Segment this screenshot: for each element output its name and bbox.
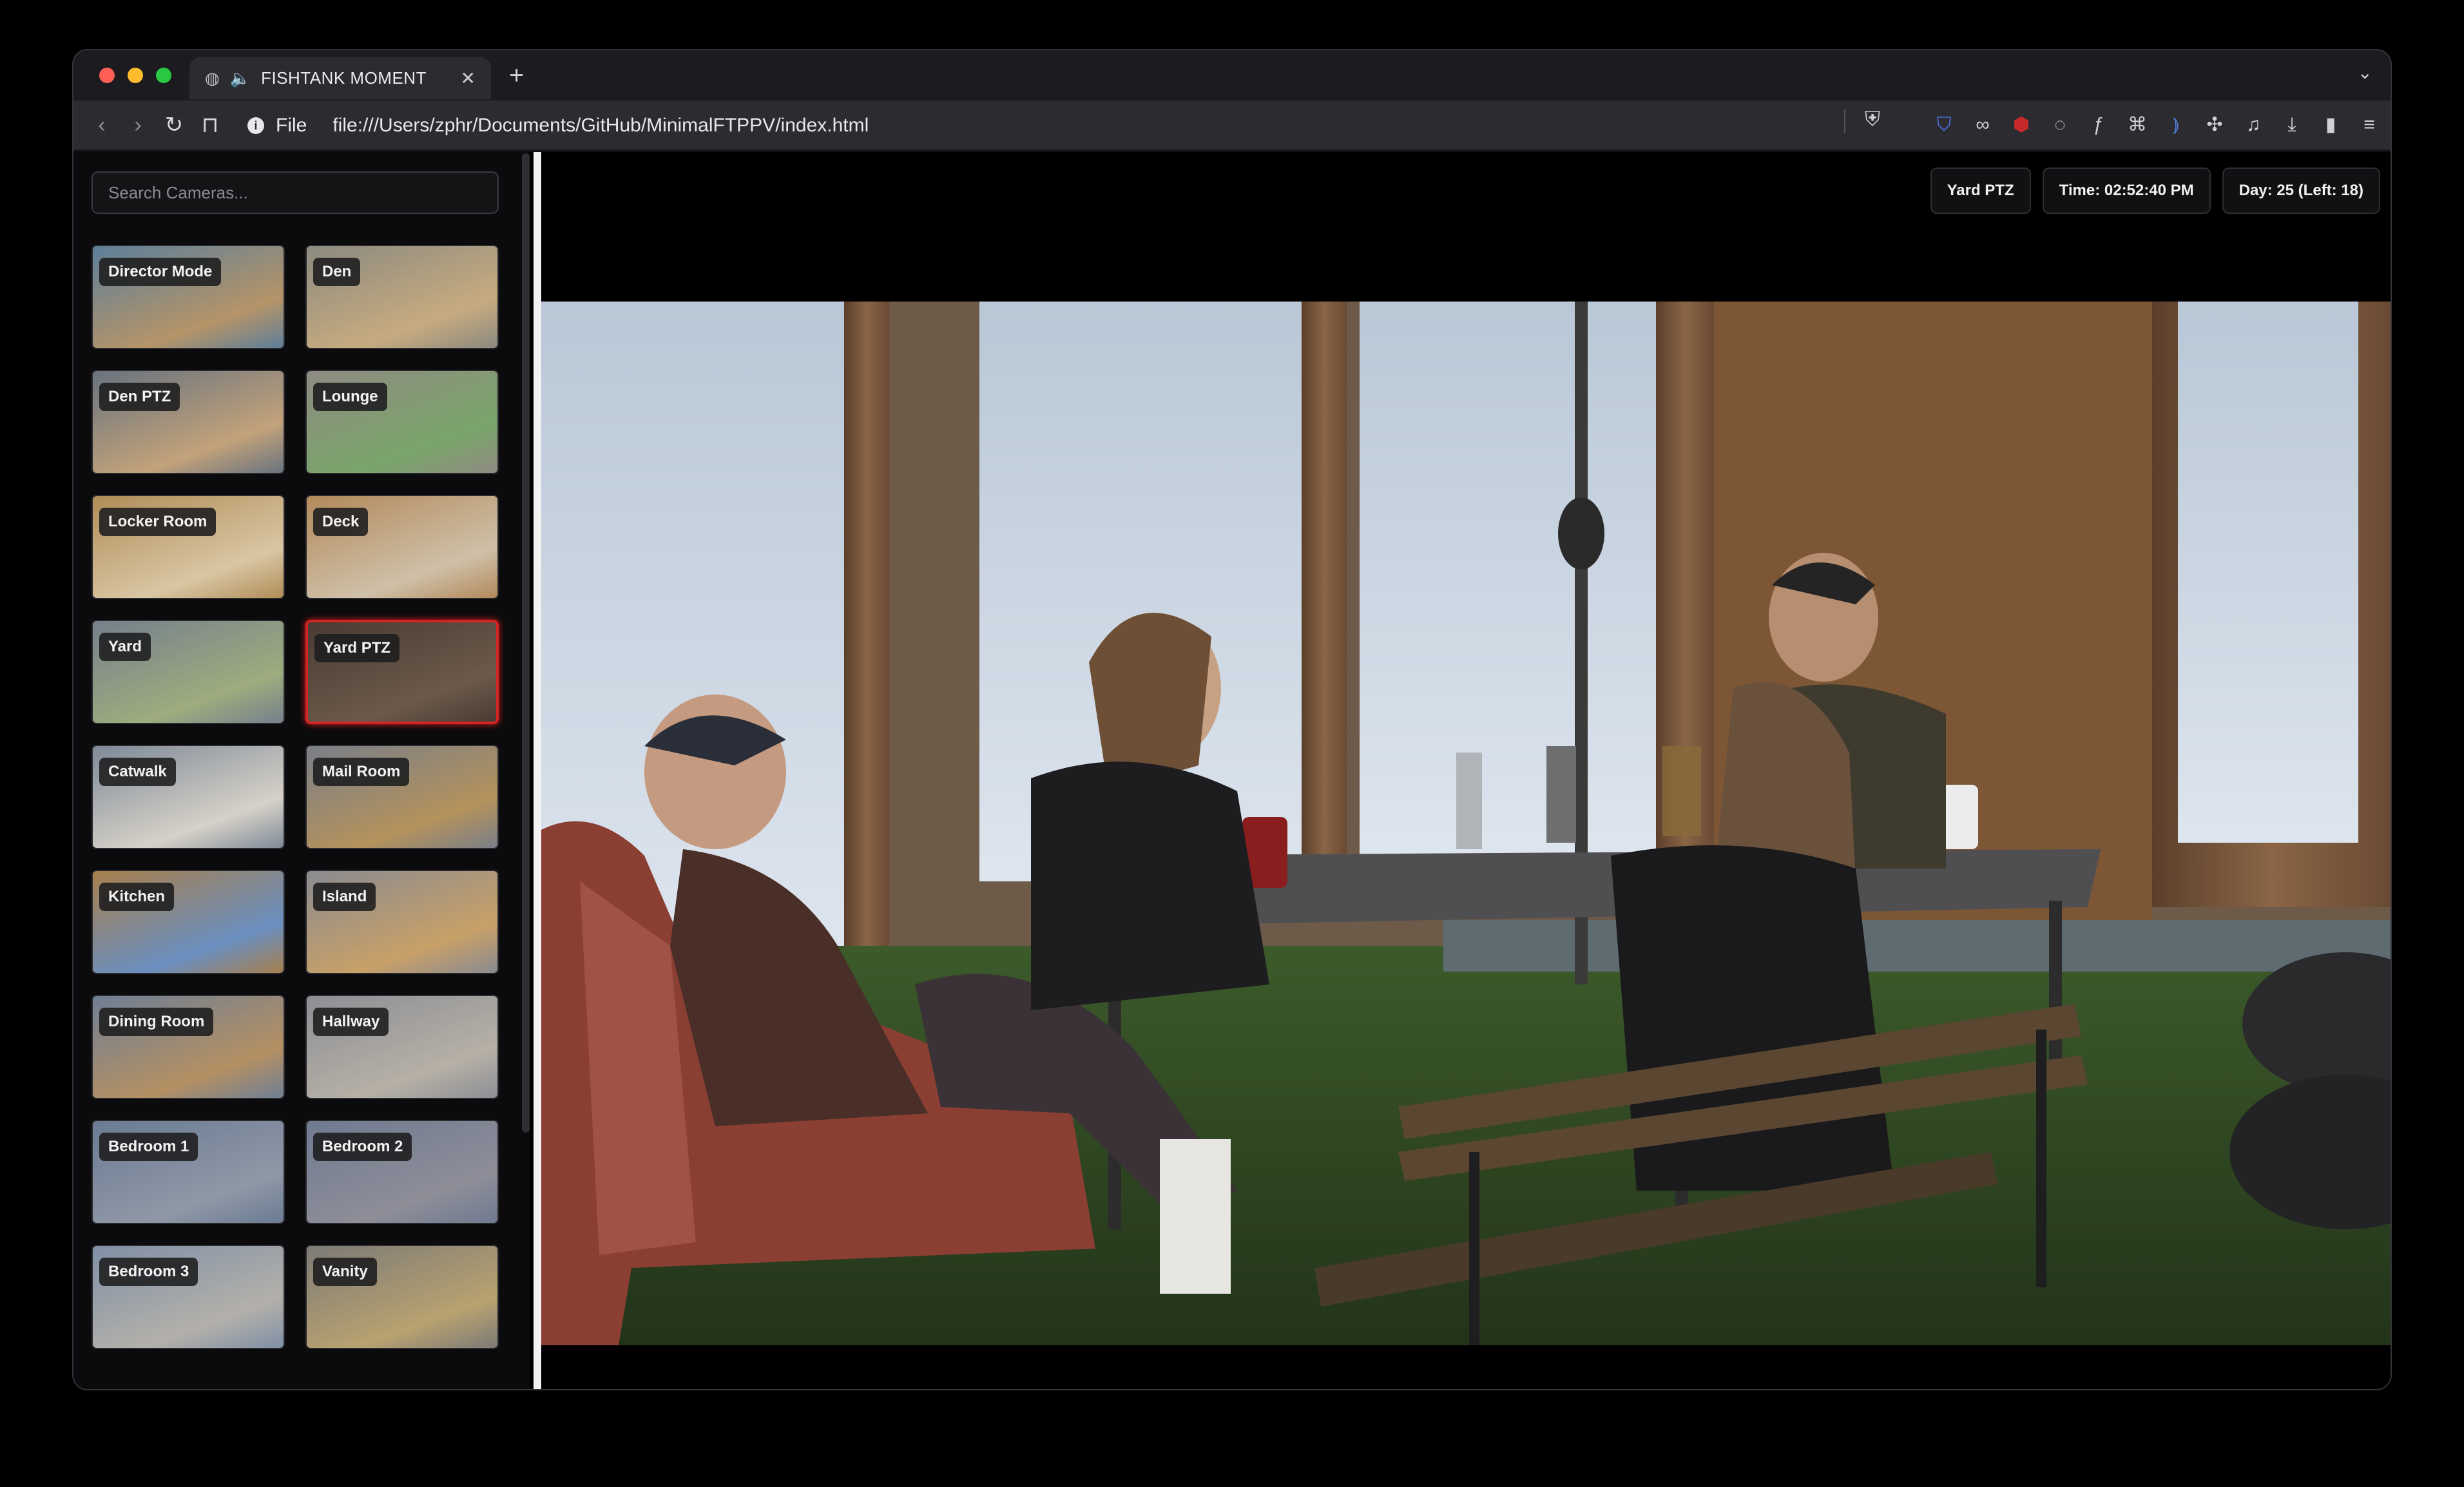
camera-video-feed[interactable]	[541, 302, 2391, 1345]
camera-label: Catwalk	[99, 758, 176, 786]
main-viewer: Yard PTZ Time: 02:52:40 PM Day: 25 (Left…	[541, 152, 2391, 1389]
status-badges: Yard PTZ Time: 02:52:40 PM Day: 25 (Left…	[1930, 168, 2380, 214]
browser-tab[interactable]: ◍ 🔈 FISHTANK MOMENT ✕	[189, 57, 491, 99]
camera-label: Lounge	[313, 383, 387, 411]
camera-thumbnail[interactable]: Dining Room	[91, 995, 285, 1099]
camera-thumbnail[interactable]: Bedroom 2	[305, 1120, 499, 1224]
camera-label: Bedroom 2	[313, 1133, 412, 1161]
maximize-window-button[interactable]	[156, 68, 171, 83]
day-badge: Day: 25 (Left: 18)	[2222, 168, 2380, 214]
camera-thumbnail[interactable]: Den PTZ	[91, 370, 285, 474]
camera-label: Mail Room	[313, 758, 410, 786]
font-icon[interactable]: ƒ	[2088, 114, 2110, 136]
close-tab-icon[interactable]: ✕	[461, 68, 476, 89]
camera-thumbnail[interactable]: Hallway	[305, 995, 499, 1099]
circle-icon[interactable]: ◌	[2049, 114, 2071, 136]
camera-thumbnail[interactable]: Lounge	[305, 370, 499, 474]
info-icon[interactable]: i	[247, 117, 264, 134]
globe-icon: ◍	[205, 68, 220, 88]
tab-title: FISHTANK MOMENT	[261, 68, 427, 88]
camera-label: Yard	[99, 633, 151, 661]
sidebar-toggle-icon[interactable]: ▮	[2320, 113, 2342, 136]
glasses-icon[interactable]: ∞	[1972, 114, 1994, 136]
camera-label: Kitchen	[99, 883, 175, 911]
camera-label: Hallway	[313, 1008, 389, 1036]
camera-label: Director Mode	[99, 258, 222, 286]
camera-thumbnail[interactable]: Locker Room	[91, 495, 285, 599]
camera-thumbnail[interactable]: Director Mode	[91, 245, 285, 349]
extensions-row: ⛉ ∞ ⬢ ◌ ƒ ⌘ ⦆ ✣ ♫ ⤓ ▮ ≡	[1933, 113, 2380, 136]
brave-shield-icon[interactable]: ⛨	[1865, 107, 1880, 131]
address-bar[interactable]: i File file:///Users/zphr/Documents/GitH…	[247, 107, 1897, 144]
panel-divider[interactable]	[534, 152, 541, 1389]
sidebar-scrollbar[interactable]	[519, 152, 530, 1389]
url-text[interactable]: file:///Users/zphr/Documents/GitHub/Mini…	[332, 115, 869, 137]
close-window-button[interactable]	[99, 68, 115, 83]
camera-label: Dining Room	[99, 1008, 214, 1036]
back-icon[interactable]: ‹	[84, 113, 120, 138]
camera-thumbnail[interactable]: Island	[305, 870, 499, 974]
window-controls	[99, 68, 171, 83]
camera-thumbnail[interactable]: Den	[305, 245, 499, 349]
camera-label: Bedroom 3	[99, 1258, 198, 1286]
camera-label: Yard PTZ	[314, 634, 400, 662]
camera-thumbnail[interactable]: Bedroom 1	[91, 1120, 285, 1224]
reload-icon[interactable]: ↻	[156, 112, 192, 138]
bitwarden-icon[interactable]: ⛉	[1933, 114, 1955, 136]
camera-label: Deck	[313, 508, 369, 536]
page-content: Director Mode Den Den PTZ Lounge Locker Room…	[73, 152, 2391, 1389]
camera-thumbnail[interactable]: Bedroom 3	[91, 1245, 285, 1349]
camera-thumbnail[interactable]: Mail Room	[305, 745, 499, 849]
puzzle-icon[interactable]: ✣	[2204, 113, 2226, 136]
camera-thumbnail[interactable]: Yard	[91, 620, 285, 724]
camera-thumbnail[interactable]: Deck	[305, 495, 499, 599]
camera-thumbnail[interactable]: Kitchen	[91, 870, 285, 974]
time-badge: Time: 02:52:40 PM	[2042, 168, 2211, 214]
browser-toolbar: ‹ › ↻ ⊓ i File file:///Users/zphr/Docume…	[73, 101, 2391, 151]
camera-thumbnail[interactable]: Vanity	[305, 1245, 499, 1349]
scrollbar-thumb[interactable]	[522, 153, 530, 1133]
camera-grid: Director Mode Den Den PTZ Lounge Locker Room…	[91, 245, 499, 1349]
speaker-icon[interactable]: 🔈	[230, 68, 251, 88]
camera-label: Vanity	[313, 1258, 377, 1286]
url-scheme: File	[276, 115, 307, 136]
bookmark-icon[interactable]: ⊓	[192, 112, 228, 138]
camera-thumbnail[interactable]: Yard PTZ	[305, 620, 499, 724]
tab-list-chevron-icon[interactable]: ⌄	[2358, 62, 2373, 83]
current-camera-badge: Yard PTZ	[1930, 168, 2031, 214]
camera-label: Bedroom 1	[99, 1133, 198, 1161]
camera-thumbnail[interactable]: Catwalk	[91, 745, 285, 849]
new-tab-button[interactable]: +	[509, 59, 524, 91]
camera-label: Island	[313, 883, 376, 911]
browser-window: ◍ 🔈 FISHTANK MOMENT ✕ + ⌄ ‹ › ↻ ⊓ i File…	[72, 49, 2392, 1390]
camera-sidebar: Director Mode Den Den PTZ Lounge Locker Room…	[73, 152, 530, 1389]
music-icon[interactable]: ♫	[2242, 114, 2264, 136]
stylus-icon[interactable]: ⌘	[2126, 113, 2148, 136]
sound-waves-icon[interactable]: ⦆	[2165, 114, 2187, 136]
minimize-window-button[interactable]	[128, 68, 143, 83]
address-separator	[1844, 110, 1845, 133]
forward-icon[interactable]: ›	[120, 113, 156, 138]
search-input[interactable]	[91, 171, 499, 214]
video-frame	[541, 302, 2391, 1345]
camera-label: Den	[313, 258, 361, 286]
tab-strip: ◍ 🔈 FISHTANK MOMENT ✕ + ⌄	[73, 50, 2391, 101]
camera-label: Locker Room	[99, 508, 217, 536]
download-icon[interactable]: ⤓	[2281, 114, 2303, 136]
camera-label: Den PTZ	[99, 383, 180, 411]
menu-icon[interactable]: ≡	[2358, 114, 2380, 136]
ublock-icon[interactable]: ⬢	[2010, 113, 2032, 136]
